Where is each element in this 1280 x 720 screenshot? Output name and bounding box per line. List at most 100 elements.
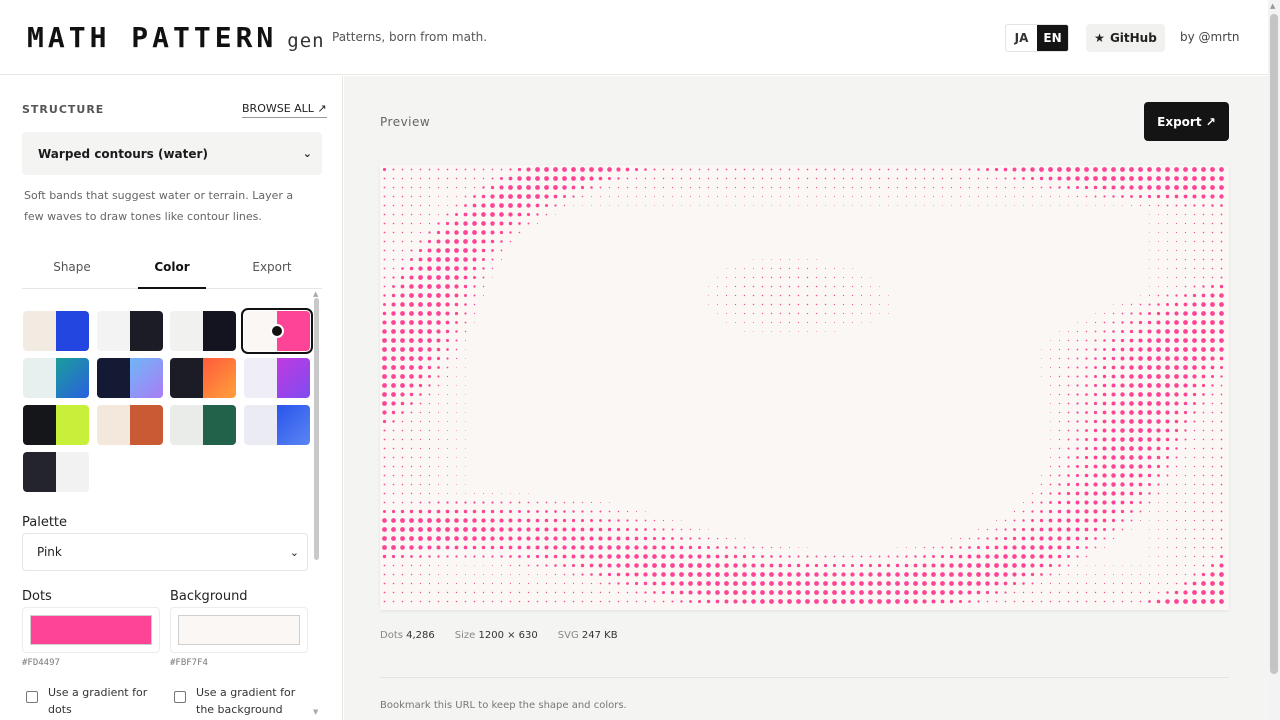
pattern-dot	[581, 573, 584, 576]
author-link[interactable]: by @mrtn	[1180, 30, 1239, 44]
pattern-dot	[1076, 330, 1079, 333]
pattern-dot	[679, 563, 684, 568]
pattern-dot	[1211, 402, 1214, 405]
color-preset-swatch[interactable]	[96, 311, 163, 351]
pattern-dot	[762, 205, 763, 206]
pattern-dot	[1184, 213, 1187, 216]
pattern-dot	[797, 177, 800, 180]
pattern-dot	[1040, 573, 1043, 576]
background-hex: #FBF7F4	[170, 658, 208, 668]
pattern-dot	[519, 493, 520, 494]
color-preset-swatch[interactable]	[243, 405, 310, 445]
color-preset-swatch[interactable]	[243, 358, 310, 398]
pattern-dot	[860, 195, 863, 198]
color-preset-swatch[interactable]	[240, 308, 313, 354]
pattern-dot	[492, 277, 493, 278]
pattern-dot	[392, 177, 395, 180]
window-scrollbar-thumb[interactable]	[1270, 14, 1278, 674]
pattern-dot	[456, 448, 457, 449]
tab-color[interactable]: Color	[122, 256, 222, 289]
scroll-up-icon[interactable]: ▲	[313, 290, 318, 298]
color-preset-swatch[interactable]	[23, 452, 89, 492]
pattern-dot	[859, 563, 864, 568]
background-color-picker[interactable]	[170, 607, 308, 653]
pattern-dot	[987, 205, 988, 206]
pattern-dot	[1122, 565, 1123, 566]
dots-color-picker[interactable]	[22, 607, 160, 653]
pattern-dot	[1040, 195, 1043, 198]
pattern-dot	[410, 204, 413, 207]
pattern-dot	[1111, 518, 1116, 523]
pattern-preview	[380, 165, 1229, 610]
pattern-dot	[1085, 375, 1088, 378]
pattern-dot	[733, 563, 738, 568]
palette-select[interactable]: Pink ⌄	[22, 533, 308, 571]
gradient-dots-option[interactable]: Use a gradient for dots	[26, 684, 148, 718]
pattern-dot	[1030, 545, 1035, 550]
pattern-dot	[1111, 392, 1116, 397]
color-preset-swatch[interactable]	[23, 358, 89, 398]
gradient-bg-checkbox[interactable]	[174, 691, 186, 703]
pattern-dot	[834, 205, 835, 206]
pattern-dot	[1112, 528, 1115, 531]
pattern-dot	[850, 590, 855, 595]
pattern-dot	[1202, 258, 1205, 261]
pattern-dot	[562, 167, 567, 172]
pattern-dot	[833, 555, 836, 558]
color-preset-swatch[interactable]	[96, 358, 163, 398]
export-button[interactable]: Export ↗	[1144, 102, 1229, 141]
gradient-bg-option[interactable]: Use a gradient for the background	[174, 684, 296, 718]
pattern-dot	[1175, 501, 1178, 504]
pattern-dot	[1129, 338, 1134, 343]
pattern-dot	[895, 572, 900, 577]
pattern-dot	[1156, 410, 1161, 415]
swatch-background-color	[243, 358, 277, 398]
pattern-dot	[1057, 554, 1062, 559]
pattern-dot	[1139, 600, 1142, 603]
pattern-dot	[454, 518, 459, 523]
github-button[interactable]: ★ GitHub	[1086, 24, 1165, 52]
pattern-dot	[1157, 474, 1160, 477]
tab-export[interactable]: Export	[222, 256, 322, 288]
tab-shape[interactable]: Shape	[22, 256, 122, 288]
window-scroll-up-icon[interactable]: ▲	[1270, 2, 1275, 10]
pattern-dot	[1050, 403, 1051, 404]
gradient-dots-checkbox[interactable]	[26, 691, 38, 703]
color-preset-swatch[interactable]	[23, 311, 89, 351]
pattern-dot	[563, 600, 566, 603]
color-preset-swatch[interactable]	[170, 358, 236, 398]
pattern-dot	[688, 590, 693, 595]
pattern-dot	[508, 518, 513, 523]
pattern-dot	[392, 492, 395, 495]
logo[interactable]: MATH PATTERN gen	[27, 22, 325, 54]
color-preset-swatch[interactable]	[96, 405, 163, 445]
scroll-down-icon[interactable]: ▼	[313, 708, 318, 716]
pattern-dot	[1158, 250, 1159, 251]
pattern-dot	[500, 600, 503, 603]
pattern-dot	[409, 302, 414, 307]
pattern-dot	[1202, 411, 1205, 414]
pattern-dot	[1219, 590, 1224, 595]
lang-en-button[interactable]: EN	[1037, 25, 1068, 51]
structure-select[interactable]: Warped contours (water) ⌄	[22, 132, 322, 175]
browse-all-link[interactable]: BROWSE ALL ↗	[242, 102, 327, 118]
pattern-dot	[661, 572, 666, 577]
pattern-dot	[427, 311, 432, 316]
sidebar-scrollbar[interactable]	[314, 298, 319, 560]
color-preset-swatch[interactable]	[170, 405, 236, 445]
pattern-dot	[941, 195, 944, 198]
pattern-dot	[1192, 338, 1197, 343]
lang-ja-button[interactable]: JA	[1006, 25, 1037, 51]
pattern-dot	[931, 563, 936, 568]
color-preset-swatch[interactable]	[170, 311, 236, 351]
pattern-dot	[437, 384, 440, 387]
color-preset-swatch[interactable]	[23, 405, 89, 445]
pattern-dot	[1058, 366, 1061, 369]
pattern-dot	[986, 195, 989, 198]
pattern-dot	[814, 599, 819, 604]
pattern-dot	[1111, 428, 1116, 433]
pattern-dot	[1211, 393, 1214, 396]
pattern-dot	[914, 177, 917, 180]
pattern-dot	[508, 185, 513, 190]
pattern-dot	[383, 429, 386, 432]
